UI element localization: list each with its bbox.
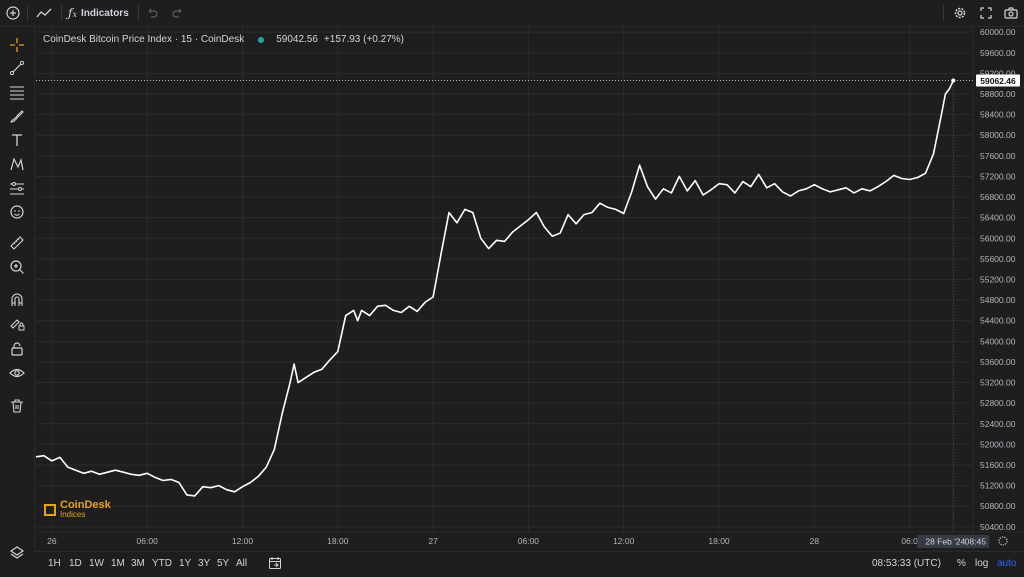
coindesk-logo-icon: [44, 503, 56, 516]
last-price-label: 59062.46: [980, 76, 1016, 86]
y-tick-label: 55200.00: [980, 275, 1016, 285]
bottom-toolbar: 1H 1D 1W 1M 3M YTD 1Y 3Y 5Y All 08:53:33…: [34, 551, 1024, 577]
percent-toggle[interactable]: %: [957, 558, 966, 569]
x-tick-label: 18:00: [327, 536, 349, 546]
x-tick-label: 27: [428, 536, 438, 546]
y-tick-label: 57600.00: [980, 151, 1016, 161]
market-status-icon: [258, 36, 265, 43]
logo-sub: Indices: [60, 510, 86, 519]
x-tick-label: 18:00: [708, 536, 730, 546]
range-3y-button[interactable]: 3Y: [198, 558, 210, 569]
coindesk-logo: CoinDesk Indices: [44, 500, 111, 519]
x-tick-label: 06:00: [137, 536, 159, 546]
time-axis: 26 06:00 12:00 18:00 27 06:00 12:00 18:00 28 06:0: [36, 531, 1024, 546]
y-tick-label: 59600.00: [980, 48, 1016, 58]
x-tick-label: 12:00: [232, 536, 254, 546]
y-tick-label: 54400.00: [980, 316, 1016, 326]
range-1y-button[interactable]: 1Y: [179, 558, 191, 569]
y-tick-label: 52000.00: [980, 439, 1016, 449]
range-ytd-button[interactable]: YTD: [152, 558, 172, 569]
price-line: [35, 80, 955, 497]
auto-toggle[interactable]: auto: [997, 558, 1016, 569]
range-1m-button[interactable]: 1M: [111, 558, 125, 569]
y-tick-label: 58800.00: [980, 89, 1016, 99]
y-tick-label: 50400.00: [980, 522, 1016, 532]
legend-price: 59042.56: [276, 34, 318, 45]
y-tick-label: 52800.00: [980, 398, 1016, 408]
y-tick-label: 50800.00: [980, 501, 1016, 511]
y-tick-label: 55600.00: [980, 254, 1016, 264]
axis-settings-icon[interactable]: [998, 536, 1008, 546]
chart-lines: [35, 79, 974, 532]
y-tick-label: 58400.00: [980, 110, 1016, 120]
x-tick-label: 26: [47, 536, 57, 546]
y-tick-label: 56000.00: [980, 233, 1016, 243]
chart-markers: 59062.46 28 Feb '24 08:45: [917, 74, 1020, 548]
cursor-time-label: 08:45: [965, 537, 987, 547]
y-tick-label: 57200.00: [980, 171, 1016, 181]
y-tick-label: 58000.00: [980, 130, 1016, 140]
y-tick-label: 52400.00: [980, 419, 1016, 429]
chart-title: CoinDesk Bitcoin Price Index · 15 · Coin…: [43, 34, 245, 45]
legend-change: +157.93 (+0.27%): [323, 34, 404, 45]
range-all-button[interactable]: All: [236, 558, 247, 569]
y-tick-label: 54000.00: [980, 336, 1016, 346]
y-tick-label: 60000.00: [980, 27, 1016, 37]
x-tick-label: 12:00: [613, 536, 635, 546]
y-tick-label: 51200.00: [980, 481, 1016, 491]
chart-grid: [36, 27, 972, 532]
y-tick-label: 53200.00: [980, 378, 1016, 388]
cursor-date-label: 28 Feb '24: [925, 537, 965, 547]
range-1d-button[interactable]: 1D: [69, 558, 82, 569]
y-tick-label: 53600.00: [980, 357, 1016, 367]
log-toggle[interactable]: log: [975, 558, 988, 569]
utc-clock[interactable]: 08:53:33 (UTC): [872, 558, 941, 569]
range-3m-button[interactable]: 3M: [131, 558, 145, 569]
y-tick-label: 56800.00: [980, 192, 1016, 202]
last-price-dot: [951, 78, 956, 83]
range-1w-button[interactable]: 1W: [89, 558, 104, 569]
price-axis: 50400.00 50800.00 51200.00 51600.00 52000.00…: [972, 27, 1016, 551]
x-tick-label: 28: [810, 536, 820, 546]
y-tick-label: 51600.00: [980, 460, 1016, 470]
chart-legend: CoinDesk Bitcoin Price Index · 15 · Coin…: [43, 34, 404, 45]
price-chart[interactable]: 50400.00 50800.00 51200.00 51600.00 52000.00…: [0, 0, 1024, 576]
goto-date-icon[interactable]: [268, 556, 282, 573]
x-tick-label: 06:0: [901, 536, 918, 546]
range-5y-button[interactable]: 5Y: [217, 558, 229, 569]
y-tick-label: 56400.00: [980, 213, 1016, 223]
x-tick-label: 06:00: [518, 536, 540, 546]
y-tick-label: 54800.00: [980, 295, 1016, 305]
range-1h-button[interactable]: 1H: [48, 558, 61, 569]
